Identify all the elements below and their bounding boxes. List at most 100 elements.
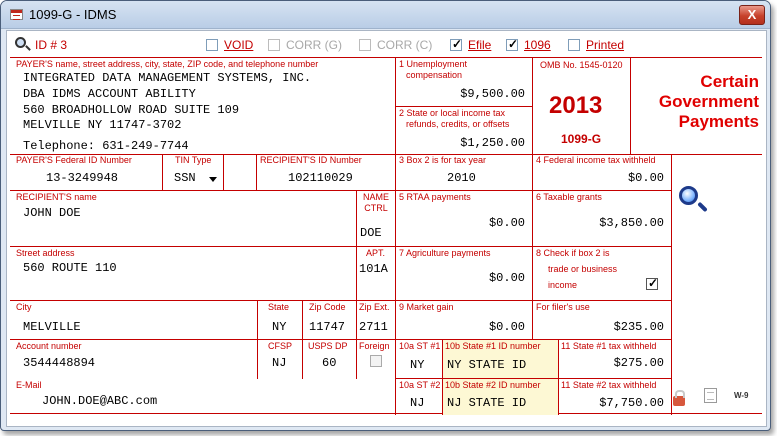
cfsp[interactable]: NJ bbox=[272, 356, 286, 370]
omb-number: OMB No. 1545-0120 bbox=[540, 60, 623, 70]
close-button[interactable]: X bbox=[739, 5, 765, 25]
box10a1-value[interactable]: NY bbox=[410, 358, 424, 372]
payer-fed-id[interactable]: 13-3249948 bbox=[46, 171, 118, 185]
name-ctrl[interactable]: DOE bbox=[360, 226, 382, 240]
corr-g-checkbox[interactable] bbox=[268, 39, 280, 51]
chevron-down-icon[interactable] bbox=[209, 177, 217, 182]
1096-checkbox[interactable] bbox=[506, 37, 518, 51]
email[interactable]: JOHN.DOE@ABC.com bbox=[42, 394, 157, 408]
box2-label-2: refunds, credits, or offsets bbox=[406, 119, 510, 129]
city-label: City bbox=[16, 302, 32, 312]
zip-ext-label: Zip Ext. bbox=[359, 302, 390, 312]
box5-label: 5 RTAA payments bbox=[399, 192, 471, 202]
box8-label: 8 Check if box 2 is bbox=[536, 248, 610, 258]
window-title: 1099-G - IDMS bbox=[29, 7, 117, 22]
foreign-label: Foreign bbox=[359, 341, 390, 351]
apt[interactable]: 101A bbox=[359, 262, 388, 276]
box6-label: 6 Taxable grants bbox=[536, 192, 602, 202]
box8-label-2: trade or business bbox=[548, 264, 618, 274]
box4-label: 4 Federal income tax withheld bbox=[536, 155, 656, 165]
box5-value[interactable]: $0.00 bbox=[405, 216, 525, 230]
box10a2-value[interactable]: NJ bbox=[410, 396, 424, 410]
box9-value[interactable]: $0.00 bbox=[405, 320, 525, 334]
w9-icon[interactable]: W-9 bbox=[734, 391, 750, 407]
box2-label: 2 State or local income tax bbox=[399, 108, 506, 118]
box10b1-value[interactable]: NY STATE ID bbox=[447, 358, 526, 372]
recipient-name[interactable]: JOHN DOE bbox=[23, 206, 81, 220]
usps-dp[interactable]: 60 bbox=[322, 356, 336, 370]
zip-ext[interactable]: 2711 bbox=[359, 320, 388, 334]
corr-g-label: CORR (G) bbox=[286, 38, 342, 52]
box2-value[interactable]: $1,250.00 bbox=[405, 136, 525, 150]
box11-1-value[interactable]: $275.00 bbox=[540, 356, 664, 370]
email-label: E-Mail bbox=[16, 380, 42, 390]
record-id: ID # 3 bbox=[35, 38, 68, 52]
payer-line-4[interactable]: MELVILLE NY 11747-3702 bbox=[23, 118, 181, 132]
box11-2-label: 11 State #2 tax withheld bbox=[561, 380, 657, 390]
form-1099g: PAYER'S name, street address, city, stat… bbox=[10, 57, 762, 415]
box1-label: 1 Unemployment bbox=[399, 59, 468, 69]
box10b1-label: 10b State #1 ID number bbox=[445, 341, 541, 351]
form-content: ID # 3 VOID CORR (G) CORR (C) Efile 1096… bbox=[6, 30, 767, 427]
printed-label: Printed bbox=[586, 38, 625, 52]
box3-label: 3 Box 2 is for tax year bbox=[399, 155, 487, 165]
box10b2-label: 10b State #2 ID number bbox=[445, 380, 541, 390]
box8-checkbox[interactable] bbox=[646, 276, 658, 290]
box7-label: 7 Agriculture payments bbox=[399, 248, 491, 258]
state[interactable]: NY bbox=[272, 320, 286, 334]
zip-code[interactable]: 11747 bbox=[309, 320, 345, 334]
efile-checkbox[interactable] bbox=[450, 37, 462, 51]
magnifier-icon[interactable] bbox=[15, 37, 26, 48]
payer-telephone[interactable]: Telephone: 631-249-7744 bbox=[23, 139, 189, 153]
document-icon[interactable] bbox=[704, 388, 717, 403]
street-address[interactable]: 560 ROUTE 110 bbox=[23, 261, 117, 275]
recipient-id[interactable]: 102110029 bbox=[288, 171, 353, 185]
recipient-name-label: RECIPIENT'S name bbox=[16, 192, 97, 202]
usps-label: USPS DP bbox=[308, 341, 348, 351]
payer-line-1[interactable]: INTEGRATED DATA MANAGEMENT SYSTEMS, INC. bbox=[23, 71, 311, 85]
printed-checkbox[interactable] bbox=[568, 39, 580, 51]
city[interactable]: MELVILLE bbox=[23, 320, 81, 334]
foreign-checkbox[interactable] bbox=[370, 355, 382, 367]
payer-label: PAYER'S name, street address, city, stat… bbox=[16, 59, 319, 69]
payer-line-2[interactable]: DBA IDMS ACCOUNT ABILITY bbox=[23, 87, 196, 101]
tin-type-label: TIN Type bbox=[175, 155, 212, 165]
cfsp-label: CFSP bbox=[268, 341, 293, 351]
tin-type-select[interactable]: SSN bbox=[174, 171, 196, 185]
efile-label: Efile bbox=[468, 38, 492, 52]
filer-use-label: For filer's use bbox=[536, 302, 590, 312]
box9-label: 9 Market gain bbox=[399, 302, 454, 312]
corr-c-label: CORR (C) bbox=[377, 38, 433, 52]
box8-label-3: income bbox=[548, 280, 578, 290]
box11-1-label: 11 State #1 tax withheld bbox=[561, 341, 657, 351]
state-label: State bbox=[268, 302, 290, 312]
void-checkbox[interactable] bbox=[206, 39, 218, 51]
name-ctrl-label: NAME CTRL bbox=[362, 192, 389, 213]
box11-2-value[interactable]: $7,750.00 bbox=[540, 396, 664, 410]
title-bar: 1099-G - IDMS X bbox=[1, 1, 770, 29]
payer-fed-id-label: PAYER'S Federal ID Number bbox=[16, 155, 132, 165]
apt-label: APT. bbox=[366, 248, 386, 258]
street-label: Street address bbox=[16, 248, 75, 258]
form-name: 1099-G bbox=[561, 132, 602, 146]
box1-value[interactable]: $9,500.00 bbox=[405, 87, 525, 101]
account-label: Account number bbox=[16, 341, 82, 351]
box4-value[interactable]: $0.00 bbox=[540, 171, 664, 185]
box6-value[interactable]: $3,850.00 bbox=[540, 216, 664, 230]
box10b2-value[interactable]: NJ STATE ID bbox=[447, 396, 526, 410]
1096-label: 1096 bbox=[524, 38, 551, 52]
search-icon[interactable] bbox=[679, 186, 698, 205]
box3-value[interactable]: 2010 bbox=[447, 171, 476, 185]
lock-icon[interactable] bbox=[673, 390, 685, 406]
account-number[interactable]: 3544448894 bbox=[23, 356, 95, 370]
form-heading: Certain Government Payments bbox=[658, 72, 759, 131]
tax-year: 2013 bbox=[549, 92, 603, 119]
form-window: 1099-G - IDMS X ID # 3 VOID CORR (G) COR… bbox=[0, 0, 771, 431]
corr-c-checkbox[interactable] bbox=[359, 39, 371, 51]
box7-value[interactable]: $0.00 bbox=[405, 271, 525, 285]
zip-label: Zip Code bbox=[309, 302, 346, 312]
void-label: VOID bbox=[224, 38, 254, 52]
app-icon bbox=[10, 9, 23, 20]
payer-line-3[interactable]: 560 BROADHOLLOW ROAD SUITE 109 bbox=[23, 103, 239, 117]
filer-use-value[interactable]: $235.00 bbox=[540, 320, 664, 334]
